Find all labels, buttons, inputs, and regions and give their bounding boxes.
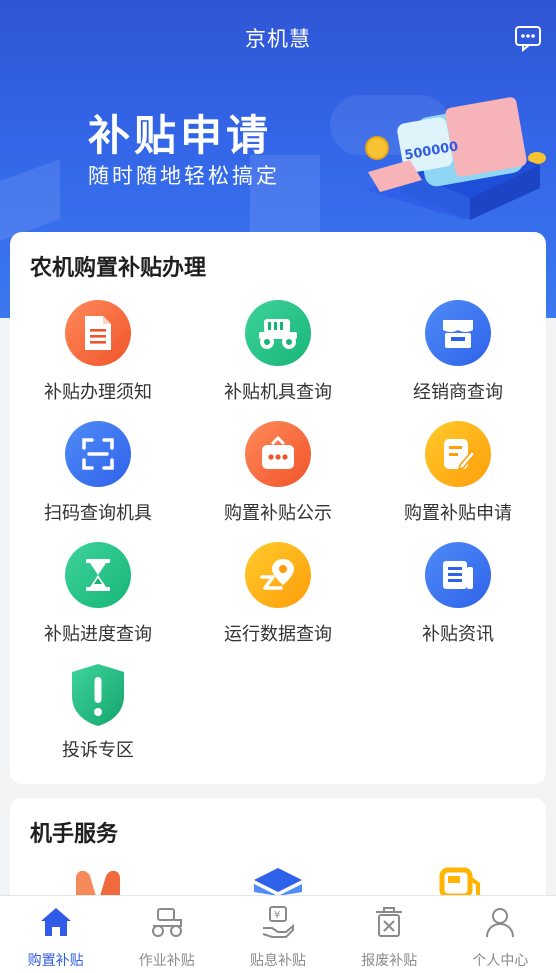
grid-item-progress-query[interactable]: 补贴进度查询 (10, 542, 186, 646)
announcement-icon (245, 421, 311, 487)
yen-hand-icon: ¥ (262, 906, 294, 938)
tab-scrap-subsidy[interactable]: 报废补贴 (334, 896, 445, 973)
location-route-icon (245, 542, 311, 608)
subsidy-services-card: 农机购置补贴办理 补贴办理须知 补贴机具查询 经销商查询 扫码查询机具 购置补贴… (10, 232, 546, 784)
tractor-icon (151, 908, 182, 937)
news-icon (425, 542, 491, 608)
bottom-tab-bar: 购置补贴 作业补贴 ¥ 贴息补贴 报废补贴 个人中心 (0, 895, 556, 973)
grid-item-label: 补贴机具查询 (224, 382, 332, 403)
grid-item-label: 投诉专区 (62, 740, 134, 761)
grid-item-scan-query[interactable]: 扫码查询机具 (10, 421, 186, 525)
banner-subtitle: 随时随地轻松搞定 (88, 164, 280, 188)
tab-label: 作业补贴 (138, 953, 195, 969)
grid-item-subsidy-notice[interactable]: 补贴办理须知 (10, 300, 186, 404)
tab-interest-subsidy[interactable]: ¥ 贴息补贴 (222, 896, 333, 973)
money-machine-illustration[interactable]: 500000 (360, 80, 556, 230)
message-icon[interactable] (514, 24, 542, 52)
grid-item-complaint[interactable]: 投诉专区 (10, 662, 186, 762)
service-icon-blue[interactable] (252, 866, 304, 896)
tab-label: 贴息补贴 (250, 953, 306, 969)
tab-purchase-subsidy[interactable]: 购置补贴 (0, 896, 111, 973)
grid-item-dealer-query[interactable]: 经销商查询 (370, 300, 546, 404)
grid-item-label: 补贴办理须知 (44, 382, 152, 403)
tab-label: 个人中心 (472, 953, 529, 969)
page-title: 京机慧 (245, 27, 311, 51)
banner-title[interactable]: 补贴申请 (88, 102, 272, 163)
tab-personal-center[interactable]: 个人中心 (445, 896, 556, 973)
hourglass-icon (65, 542, 131, 608)
trash-icon (376, 907, 403, 937)
grid-item-subsidy-publicity[interactable]: 购置补贴公示 (190, 421, 366, 525)
grid-item-label: 扫码查询机具 (44, 503, 152, 524)
user-icon (486, 908, 515, 938)
banner-shape-decoration (0, 159, 60, 241)
tab-label: 报废补贴 (361, 953, 418, 969)
store-icon (425, 300, 491, 366)
scan-icon (65, 421, 131, 487)
grid-item-subsidy-news[interactable]: 补贴资讯 (370, 542, 546, 646)
complaint-shield-icon (65, 662, 131, 728)
section-title: 农机购置补贴办理 (30, 256, 207, 281)
document-icon (65, 300, 131, 366)
tab-operation-subsidy[interactable]: 作业补贴 (111, 896, 222, 973)
grid-item-label: 购置补贴公示 (224, 503, 332, 524)
tractor-icon (245, 300, 311, 366)
grid-item-subsidy-apply[interactable]: 购置补贴申请 (370, 421, 546, 525)
svg-text:¥: ¥ (274, 910, 280, 921)
grid-item-label: 经销商查询 (413, 382, 503, 403)
grid-item-machine-query[interactable]: 补贴机具查询 (190, 300, 366, 404)
grid-item-label: 购置补贴申请 (404, 503, 512, 524)
service-icon-yellow[interactable] (432, 866, 484, 896)
grid-item-label: 运行数据查询 (224, 624, 332, 645)
edit-form-icon (425, 421, 491, 487)
grid-item-label: 补贴进度查询 (44, 624, 152, 645)
service-icon-orange[interactable] (72, 866, 124, 896)
grid-item-operation-data[interactable]: 运行数据查询 (190, 542, 366, 646)
section-title: 机手服务 (30, 822, 119, 847)
tab-label: 购置补贴 (27, 953, 84, 969)
home-icon (40, 908, 71, 936)
grid-item-label: 补贴资讯 (422, 624, 494, 645)
